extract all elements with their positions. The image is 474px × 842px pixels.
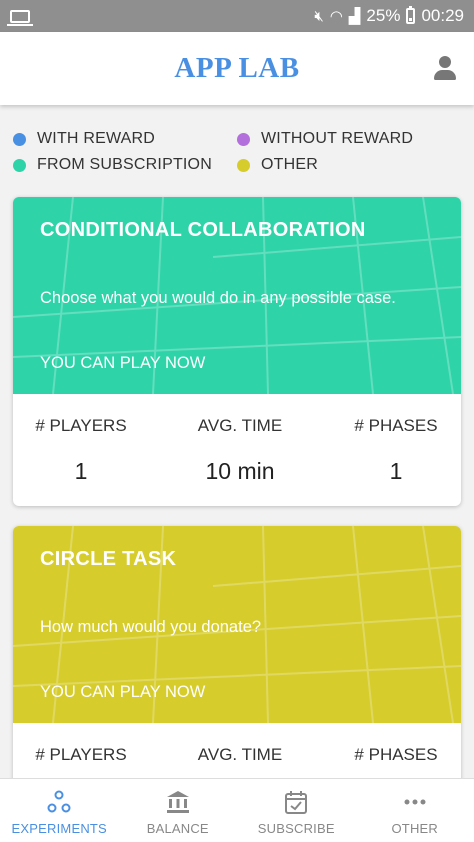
card-title: CONDITIONAL COLLABORATION	[40, 219, 366, 241]
legend-item-without-reward: WITHOUT REWARD	[237, 130, 413, 148]
experiments-icon	[47, 790, 71, 813]
legend-label: WITHOUT REWARD	[261, 130, 414, 147]
stat-label: AVG. TIME	[197, 416, 283, 435]
card-header: CONDITIONAL COLLABORATION Choose what yo…	[13, 197, 461, 394]
app-title: APP LAB	[174, 52, 300, 84]
nav-experiments[interactable]: EXPERIMENTS	[0, 779, 119, 842]
legend-dot	[237, 158, 250, 172]
bottom-navigation: EXPERIMENTS BALANCE SUBSCRIBE OTHER	[0, 778, 474, 842]
stat-label: AVG. TIME	[197, 745, 283, 764]
legend-label: FROM SUBSCRIPTION	[37, 156, 212, 173]
legend-dot	[13, 132, 26, 146]
card-description: How much would you donate?	[40, 618, 262, 636]
nav-label: OTHER	[391, 821, 438, 836]
legend-label: OTHER	[261, 156, 318, 173]
stat-label: # PHASES	[354, 745, 438, 764]
signal-icon: ▟	[348, 8, 361, 25]
clock: 00:29	[421, 6, 464, 25]
play-now-link[interactable]: YOU CAN PLAY NOW	[40, 683, 205, 702]
status-bar: 🔇︎ ◠ ▟ 25% 00:29	[0, 0, 474, 32]
legend-dot	[13, 158, 26, 172]
nav-subscribe[interactable]: SUBSCRIBE	[237, 779, 356, 842]
stat-label: # PLAYERS	[35, 416, 127, 435]
legend-item-with-reward: WITH REWARD	[13, 130, 155, 148]
nav-balance[interactable]: BALANCE	[119, 779, 238, 842]
more-dots-icon	[404, 799, 426, 805]
stat-value: 1	[74, 458, 88, 484]
nav-label: BALANCE	[146, 821, 209, 836]
user-profile-icon[interactable]	[432, 56, 458, 82]
nav-label: SUBSCRIBE	[257, 821, 335, 836]
mute-icon: 🔇︎	[314, 7, 324, 25]
stat-label: # PLAYERS	[35, 745, 127, 764]
card-stats: # PLAYERS 1 AVG. TIME 10 min # PHASES 1	[13, 394, 461, 506]
calendar-check-icon	[285, 791, 308, 814]
card-title: CIRCLE TASK	[40, 548, 177, 570]
stat-label: # PHASES	[354, 416, 438, 435]
stat-value: 1	[389, 458, 403, 484]
experiment-card[interactable]: CONDITIONAL COLLABORATION Choose what yo…	[13, 197, 461, 506]
battery-icon	[406, 6, 416, 24]
wifi-icon: ◠	[329, 8, 343, 25]
card-header: CIRCLE TASK How much would you donate? Y…	[13, 526, 461, 723]
bank-icon	[166, 791, 189, 813]
battery-percent: 25%	[366, 6, 401, 25]
card-description: Choose what you would do in any possible…	[40, 289, 396, 307]
legend-dot	[237, 132, 250, 146]
legend-item-other: OTHER	[237, 156, 318, 174]
play-now-link[interactable]: YOU CAN PLAY NOW	[40, 354, 205, 373]
screen-mirror-icon	[7, 9, 33, 26]
stat-value: 10 min	[205, 458, 275, 484]
nav-label: EXPERIMENTS	[11, 821, 107, 836]
legend-item-from-subscription: FROM SUBSCRIPTION	[13, 156, 212, 174]
legend-label: WITH REWARD	[37, 130, 156, 147]
nav-other[interactable]: OTHER	[356, 779, 474, 842]
app-bar: APP LAB	[0, 32, 474, 105]
